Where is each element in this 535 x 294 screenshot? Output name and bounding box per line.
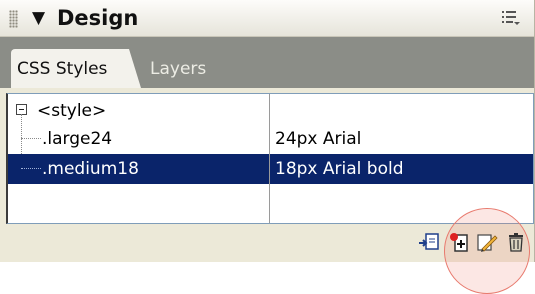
rule-name: .large24 — [42, 129, 113, 149]
edit-style-icon[interactable] — [476, 231, 498, 253]
rule-row-medium18[interactable]: .medium18 18px Arial bold — [8, 154, 533, 184]
panel-title[interactable]: Design — [57, 5, 138, 31]
panel-options-icon[interactable] — [502, 10, 520, 26]
panel-tabs: CSS Styles Layers — [0, 37, 534, 88]
rule-row-large24[interactable]: .large24 24px Arial — [8, 124, 533, 154]
attach-style-sheet-icon[interactable] — [418, 231, 440, 253]
design-panel: ▼ Design CSS Styles Layers <style> .larg… — [0, 0, 535, 294]
rule-row-style[interactable]: <style> — [8, 96, 533, 126]
collapse-arrow-icon[interactable]: ▼ — [32, 8, 45, 28]
css-rules-list[interactable]: <style> .large24 24px Arial .medium18 18… — [6, 93, 534, 224]
tree-connector — [21, 168, 41, 169]
delete-css-rule-icon[interactable] — [505, 231, 527, 253]
rule-value: 24px Arial — [275, 129, 362, 149]
rule-name: .medium18 — [42, 159, 139, 179]
column-divider[interactable] — [269, 94, 270, 223]
rule-value: 18px Arial bold — [275, 159, 404, 179]
tab-layers[interactable]: Layers — [150, 49, 206, 88]
panel-header[interactable]: ▼ Design — [0, 0, 534, 37]
tab-css-styles[interactable]: CSS Styles — [11, 49, 141, 88]
new-css-rule-icon[interactable] — [449, 231, 471, 253]
panel-grip-icon[interactable] — [9, 10, 18, 28]
rule-name: <style> — [37, 101, 107, 121]
